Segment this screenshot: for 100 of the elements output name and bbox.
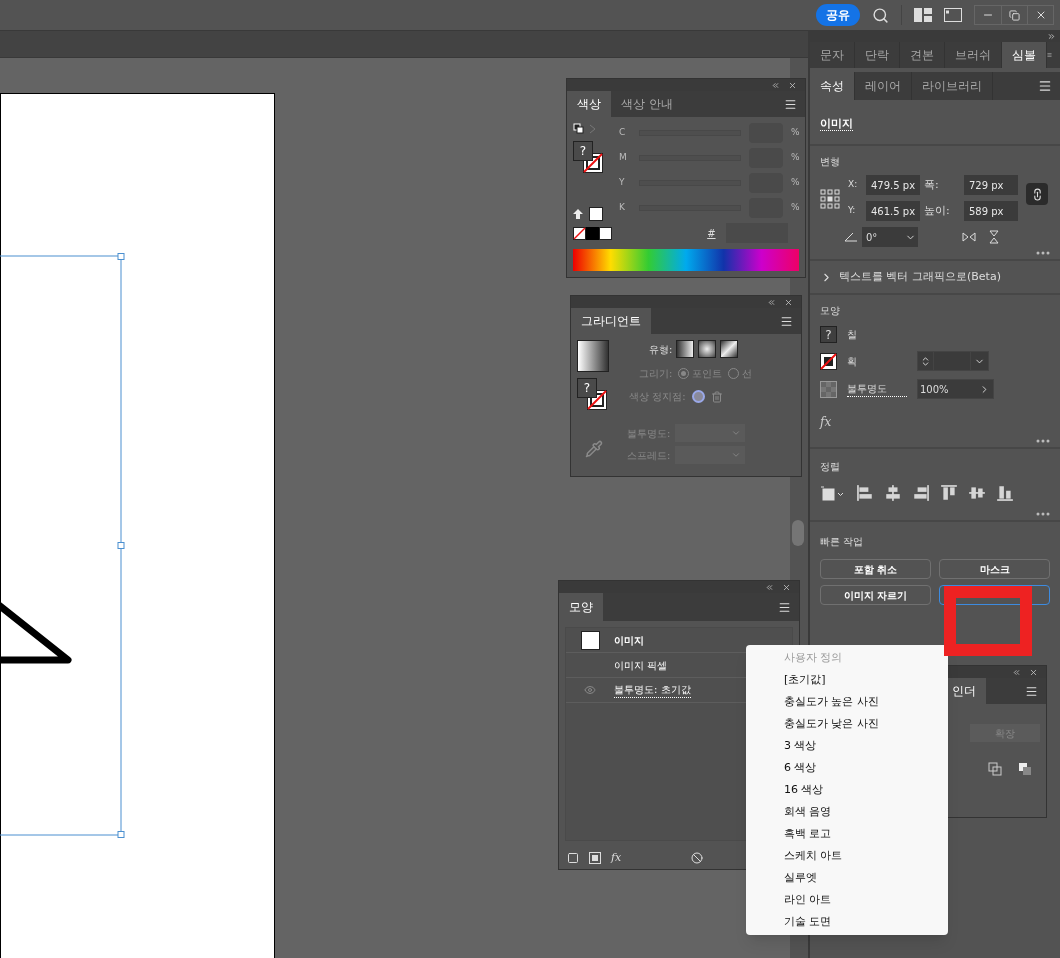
- menu-item[interactable]: 실루엣: [746, 867, 948, 889]
- checkerboard-icon[interactable]: [820, 380, 837, 398]
- panel-tab[interactable]: 색상: [567, 91, 611, 117]
- align-icon[interactable]: [856, 484, 874, 502]
- menu-item[interactable]: 6 색상: [746, 757, 948, 779]
- collapse-icon[interactable]: [771, 80, 780, 90]
- color-spectrum[interactable]: [573, 249, 799, 271]
- appearance-item[interactable]: 이미지 픽셀: [614, 657, 668, 673]
- quick-action-button[interactable]: 이미지 자르기: [820, 585, 931, 605]
- reference-point-icon[interactable]: [820, 189, 840, 209]
- angle-icon: [844, 232, 858, 242]
- quick-action-button[interactable]: 포함 취소: [820, 559, 931, 579]
- appearance-item[interactable]: 불투명도: 초기값: [614, 682, 691, 698]
- stroke-weight-field[interactable]: [917, 351, 989, 371]
- percent-label: %: [791, 176, 800, 190]
- value-field[interactable]: 589 px: [964, 201, 1018, 221]
- align-icon[interactable]: [884, 484, 902, 502]
- percent-label: %: [791, 151, 800, 165]
- align-icon[interactable]: [912, 484, 930, 502]
- effects-button[interactable]: fx: [820, 415, 832, 429]
- panel-tab[interactable]: 그라디언트: [571, 308, 651, 334]
- collapse-icon[interactable]: [1012, 667, 1021, 677]
- more-icon[interactable]: [1036, 512, 1050, 516]
- percent-label: %: [791, 126, 800, 140]
- appearance-item[interactable]: 이미지: [614, 632, 644, 648]
- value-field[interactable]: 729 px: [964, 175, 1018, 195]
- none-swatch-icon[interactable]: [573, 227, 586, 240]
- close-icon[interactable]: [1029, 667, 1038, 677]
- flip-horizontal-icon[interactable]: [962, 231, 976, 243]
- add-effect-button[interactable]: fx: [611, 849, 622, 867]
- field-label: Y:: [848, 204, 857, 218]
- clear-icon[interactable]: [691, 852, 704, 864]
- gradient-type-icon[interactable]: [720, 340, 739, 358]
- menu-icon[interactable]: [1025, 684, 1038, 698]
- align-icon[interactable]: [996, 484, 1014, 502]
- align-to-icon[interactable]: [820, 485, 846, 501]
- panel-tab[interactable]: 모양: [559, 593, 603, 621]
- field-label: 높이:: [924, 202, 951, 219]
- unknown-fill-swatch[interactable]: ?: [573, 141, 593, 161]
- minus-back-icon[interactable]: [1018, 762, 1032, 776]
- share-button[interactable]: 공유: [816, 4, 860, 26]
- gradient-type-icon[interactable]: [676, 340, 695, 358]
- value-field[interactable]: 461.5 px: [866, 201, 920, 221]
- angle-field[interactable]: 0°: [862, 227, 918, 247]
- panel-tab[interactable]: 심볼: [1002, 42, 1047, 68]
- add-fill-icon[interactable]: [589, 852, 601, 864]
- menu-icon[interactable]: [784, 97, 797, 111]
- object-type-label: 이미지: [820, 117, 853, 131]
- menu-item[interactable]: 스케치 아트: [746, 845, 948, 867]
- menu-item[interactable]: 기술 도면: [746, 911, 948, 933]
- gradient-type-icon[interactable]: [698, 340, 717, 358]
- close-icon[interactable]: [788, 80, 797, 90]
- fill-swatch[interactable]: ?: [820, 326, 837, 343]
- stroke-none-icon[interactable]: [820, 352, 837, 370]
- channel-label: Y: [619, 176, 626, 190]
- panel-layout-icon[interactable]: [944, 8, 962, 22]
- expand-icon[interactable]: [1047, 31, 1056, 41]
- menu-item[interactable]: 회색 음영: [746, 801, 948, 823]
- menu-item[interactable]: 라인 아트: [746, 889, 948, 911]
- fill-label: 칠: [847, 328, 857, 342]
- align-icon[interactable]: [940, 484, 958, 502]
- collapse-icon[interactable]: [767, 297, 776, 307]
- collapse-icon[interactable]: [765, 582, 774, 592]
- section-title: 정렬: [820, 460, 841, 474]
- gradient-swatch[interactable]: [577, 340, 609, 372]
- section-title: 모양: [820, 304, 841, 318]
- align-icon[interactable]: [968, 484, 986, 502]
- more-icon[interactable]: [1036, 251, 1050, 255]
- menu-icon[interactable]: [778, 600, 791, 614]
- intersect-icon[interactable]: [988, 762, 1002, 776]
- vectorize-text-link[interactable]: 텍스트를 벡터 그래픽으로(Beta): [839, 268, 1001, 286]
- color-swatch[interactable]: [586, 227, 599, 240]
- opacity-field[interactable]: 100%: [917, 379, 994, 399]
- search-icon[interactable]: [872, 6, 889, 24]
- flip-vertical-icon[interactable]: [988, 230, 1000, 244]
- opacity-label: 불투명도: [847, 381, 907, 397]
- unknown-fill-swatch[interactable]: ?: [577, 378, 597, 398]
- percent-label: %: [791, 201, 800, 215]
- close-icon[interactable]: [784, 297, 793, 307]
- thumbnail: [580, 630, 600, 650]
- workspace-layout-icon[interactable]: [914, 8, 932, 22]
- value-field[interactable]: 479.5 px: [866, 175, 920, 195]
- scroll-thumb[interactable]: [792, 520, 804, 546]
- menu-item[interactable]: 충실도가 낮은 사진: [746, 713, 948, 735]
- quick-action-button[interactable]: 마스크: [939, 559, 1050, 579]
- menu-icon[interactable]: [1038, 79, 1052, 93]
- default-colors-icon[interactable]: [573, 123, 597, 135]
- menu-item[interactable]: 3 색상: [746, 735, 948, 757]
- more-icon[interactable]: [1036, 439, 1050, 443]
- color-swatch[interactable]: [589, 207, 603, 221]
- menu-icon[interactable]: [780, 314, 793, 328]
- close-icon[interactable]: [782, 582, 791, 592]
- menu-item[interactable]: 16 색상: [746, 779, 948, 801]
- color-stop-icon[interactable]: [691, 390, 705, 403]
- panel-tab[interactable]: 속성: [810, 72, 855, 100]
- constrain-proportions-button[interactable]: [1026, 183, 1048, 205]
- section-title: 변형: [820, 155, 841, 169]
- color-swatch[interactable]: [599, 227, 612, 240]
- menu-item[interactable]: 흑백 로고: [746, 823, 948, 845]
- add-stroke-icon[interactable]: [567, 852, 579, 864]
